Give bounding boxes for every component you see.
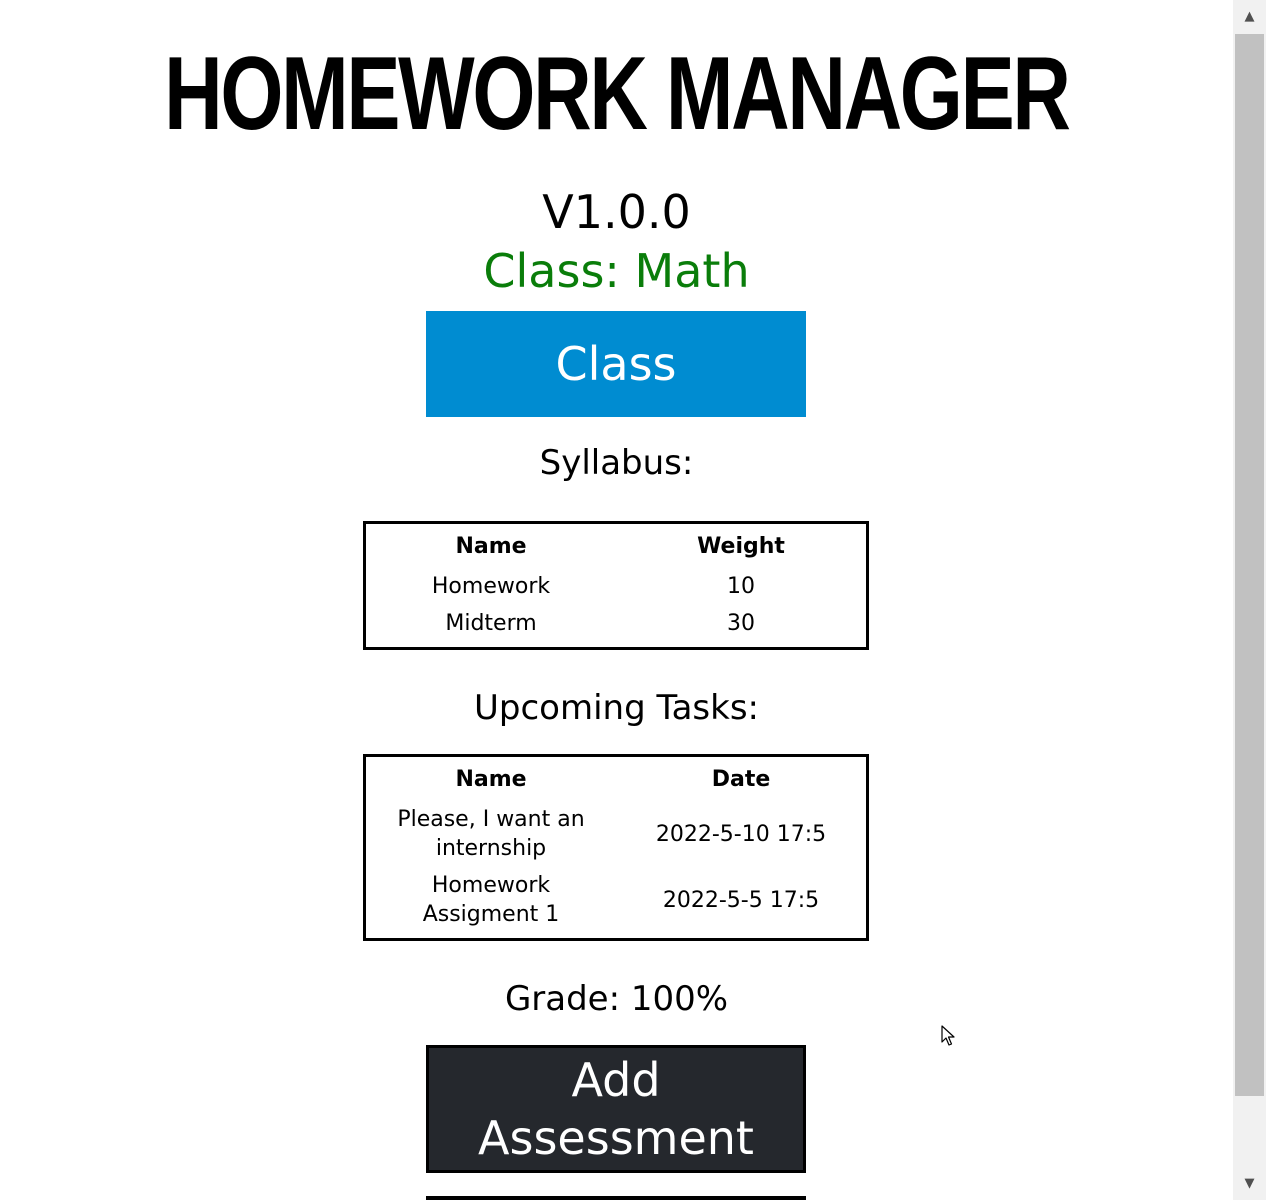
syllabus-item-weight: 10 [727, 574, 755, 599]
version-label: V1.0.0 [542, 185, 691, 239]
app-title: HOMEWORK MANAGER [164, 36, 1071, 152]
table-row: Please, I want an internship 2022-5-10 1… [366, 801, 866, 867]
task-date: 2022-5-10 17:5 [655, 821, 827, 847]
task-name: Please, I want an internship [397, 807, 585, 861]
tasks-col-date: Date [711, 766, 771, 792]
syllabus-heading: Syllabus: [539, 443, 694, 483]
syllabus-item-name: Homework [431, 574, 551, 599]
syllabus-header-row: Name Weight [366, 524, 866, 568]
current-class-label: Class: Math [483, 244, 750, 298]
upcoming-tasks-table: Name Date Please, I want an internship 2… [363, 754, 869, 941]
syllabus-col-name: Name [455, 533, 527, 559]
table-row: Homework Assigment 1 2022-5-5 17:5 [366, 867, 866, 933]
table-row: Midterm 30 [366, 605, 866, 642]
syllabus-table: Name Weight Homework 10 Midterm 30 [363, 521, 869, 650]
syllabus-col-weight: Weight [697, 533, 785, 559]
tasks-col-name: Name [455, 766, 527, 792]
mouse-pointer-icon [941, 1025, 955, 1046]
class-button[interactable]: Class [426, 311, 806, 417]
tasks-header-row: Name Date [366, 757, 866, 801]
page: HOMEWORK MANAGER V1.0.0 Class: Math Clas… [0, 0, 1233, 1200]
vertical-scrollbar[interactable]: ▲ ▼ [1233, 0, 1266, 1200]
syllabus-item-weight: 30 [727, 611, 755, 636]
add-assessment-button[interactable]: Add Assessment [426, 1045, 806, 1173]
scroll-up-arrow-icon[interactable]: ▲ [1233, 0, 1266, 33]
task-name: Homework Assigment 1 [422, 873, 560, 927]
task-date: 2022-5-5 17:5 [662, 887, 820, 913]
next-button-edge[interactable] [426, 1196, 806, 1200]
grade-label: Grade: 100% [504, 979, 729, 1019]
upcoming-tasks-heading: Upcoming Tasks: [473, 688, 759, 728]
scrollbar-thumb[interactable] [1235, 34, 1264, 1096]
syllabus-item-name: Midterm [445, 611, 537, 636]
scroll-down-arrow-icon[interactable]: ▼ [1233, 1167, 1266, 1200]
table-row: Homework 10 [366, 568, 866, 605]
